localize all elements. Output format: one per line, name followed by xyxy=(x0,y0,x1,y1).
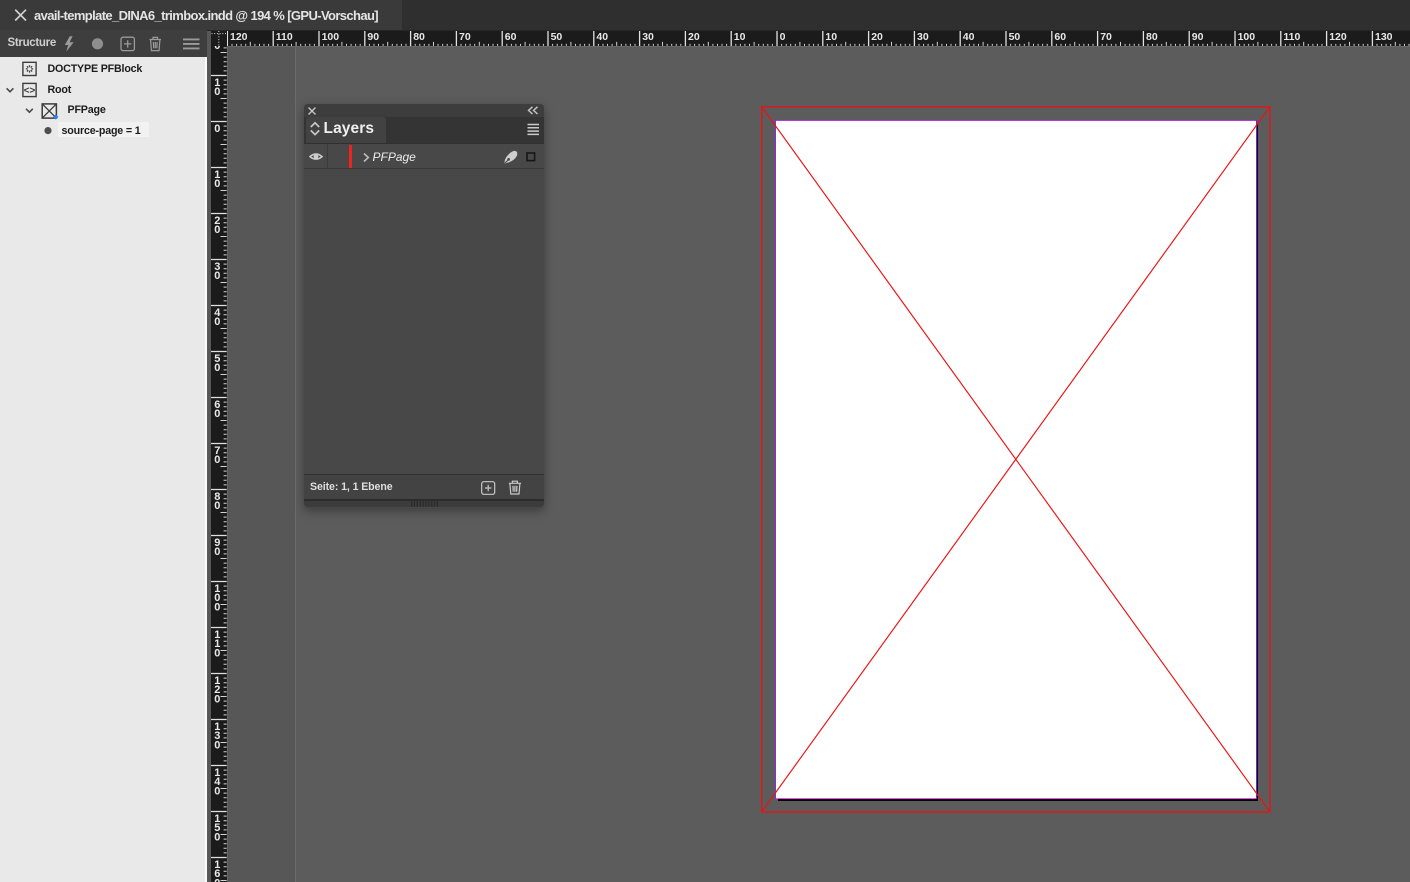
svg-text:0: 0 xyxy=(215,224,221,236)
svg-text:0: 0 xyxy=(215,785,221,797)
svg-text:0: 0 xyxy=(215,647,221,659)
svg-text:50: 50 xyxy=(1008,31,1020,43)
svg-text:<>: <> xyxy=(24,85,36,96)
svg-text:60: 60 xyxy=(504,31,516,43)
svg-text:110: 110 xyxy=(275,31,292,43)
svg-text:0: 0 xyxy=(215,546,221,558)
svg-text:30: 30 xyxy=(917,31,929,43)
svg-text:40: 40 xyxy=(962,31,974,43)
svg-text:0: 0 xyxy=(779,31,785,43)
svg-text:0: 0 xyxy=(215,86,221,98)
svg-text:0: 0 xyxy=(215,739,221,751)
svg-text:130: 130 xyxy=(1375,31,1393,43)
svg-text:80: 80 xyxy=(1146,31,1158,43)
svg-text:120: 120 xyxy=(1329,31,1347,43)
svg-text:80: 80 xyxy=(413,31,425,43)
svg-text:10: 10 xyxy=(825,31,837,43)
svg-text:90: 90 xyxy=(367,31,379,43)
svg-text:0: 0 xyxy=(215,693,221,705)
svg-text:0: 0 xyxy=(215,316,221,328)
svg-text:30: 30 xyxy=(642,31,654,43)
svg-text:110: 110 xyxy=(1283,31,1300,43)
svg-text:100: 100 xyxy=(321,31,339,43)
svg-text:40: 40 xyxy=(596,31,608,43)
svg-text:0: 0 xyxy=(215,178,221,190)
svg-text:10: 10 xyxy=(733,31,745,43)
svg-text:20: 20 xyxy=(688,31,700,43)
svg-text:0: 0 xyxy=(215,831,221,843)
svg-text:60: 60 xyxy=(1054,31,1066,43)
svg-text:100: 100 xyxy=(1237,31,1255,43)
svg-text:70: 70 xyxy=(459,31,471,43)
svg-text:50: 50 xyxy=(550,31,562,43)
svg-text:0: 0 xyxy=(215,877,221,882)
svg-text:90: 90 xyxy=(1191,31,1203,43)
svg-text:0: 0 xyxy=(215,408,221,420)
svg-text:70: 70 xyxy=(1100,31,1112,43)
svg-text:0: 0 xyxy=(215,362,221,374)
svg-text:0: 0 xyxy=(215,122,221,134)
svg-text:0: 0 xyxy=(215,454,221,466)
svg-text:0: 0 xyxy=(215,500,221,512)
svg-text:120: 120 xyxy=(230,31,248,43)
svg-text:0: 0 xyxy=(215,601,221,613)
svg-text:20: 20 xyxy=(871,31,883,43)
svg-text:0: 0 xyxy=(215,270,221,282)
